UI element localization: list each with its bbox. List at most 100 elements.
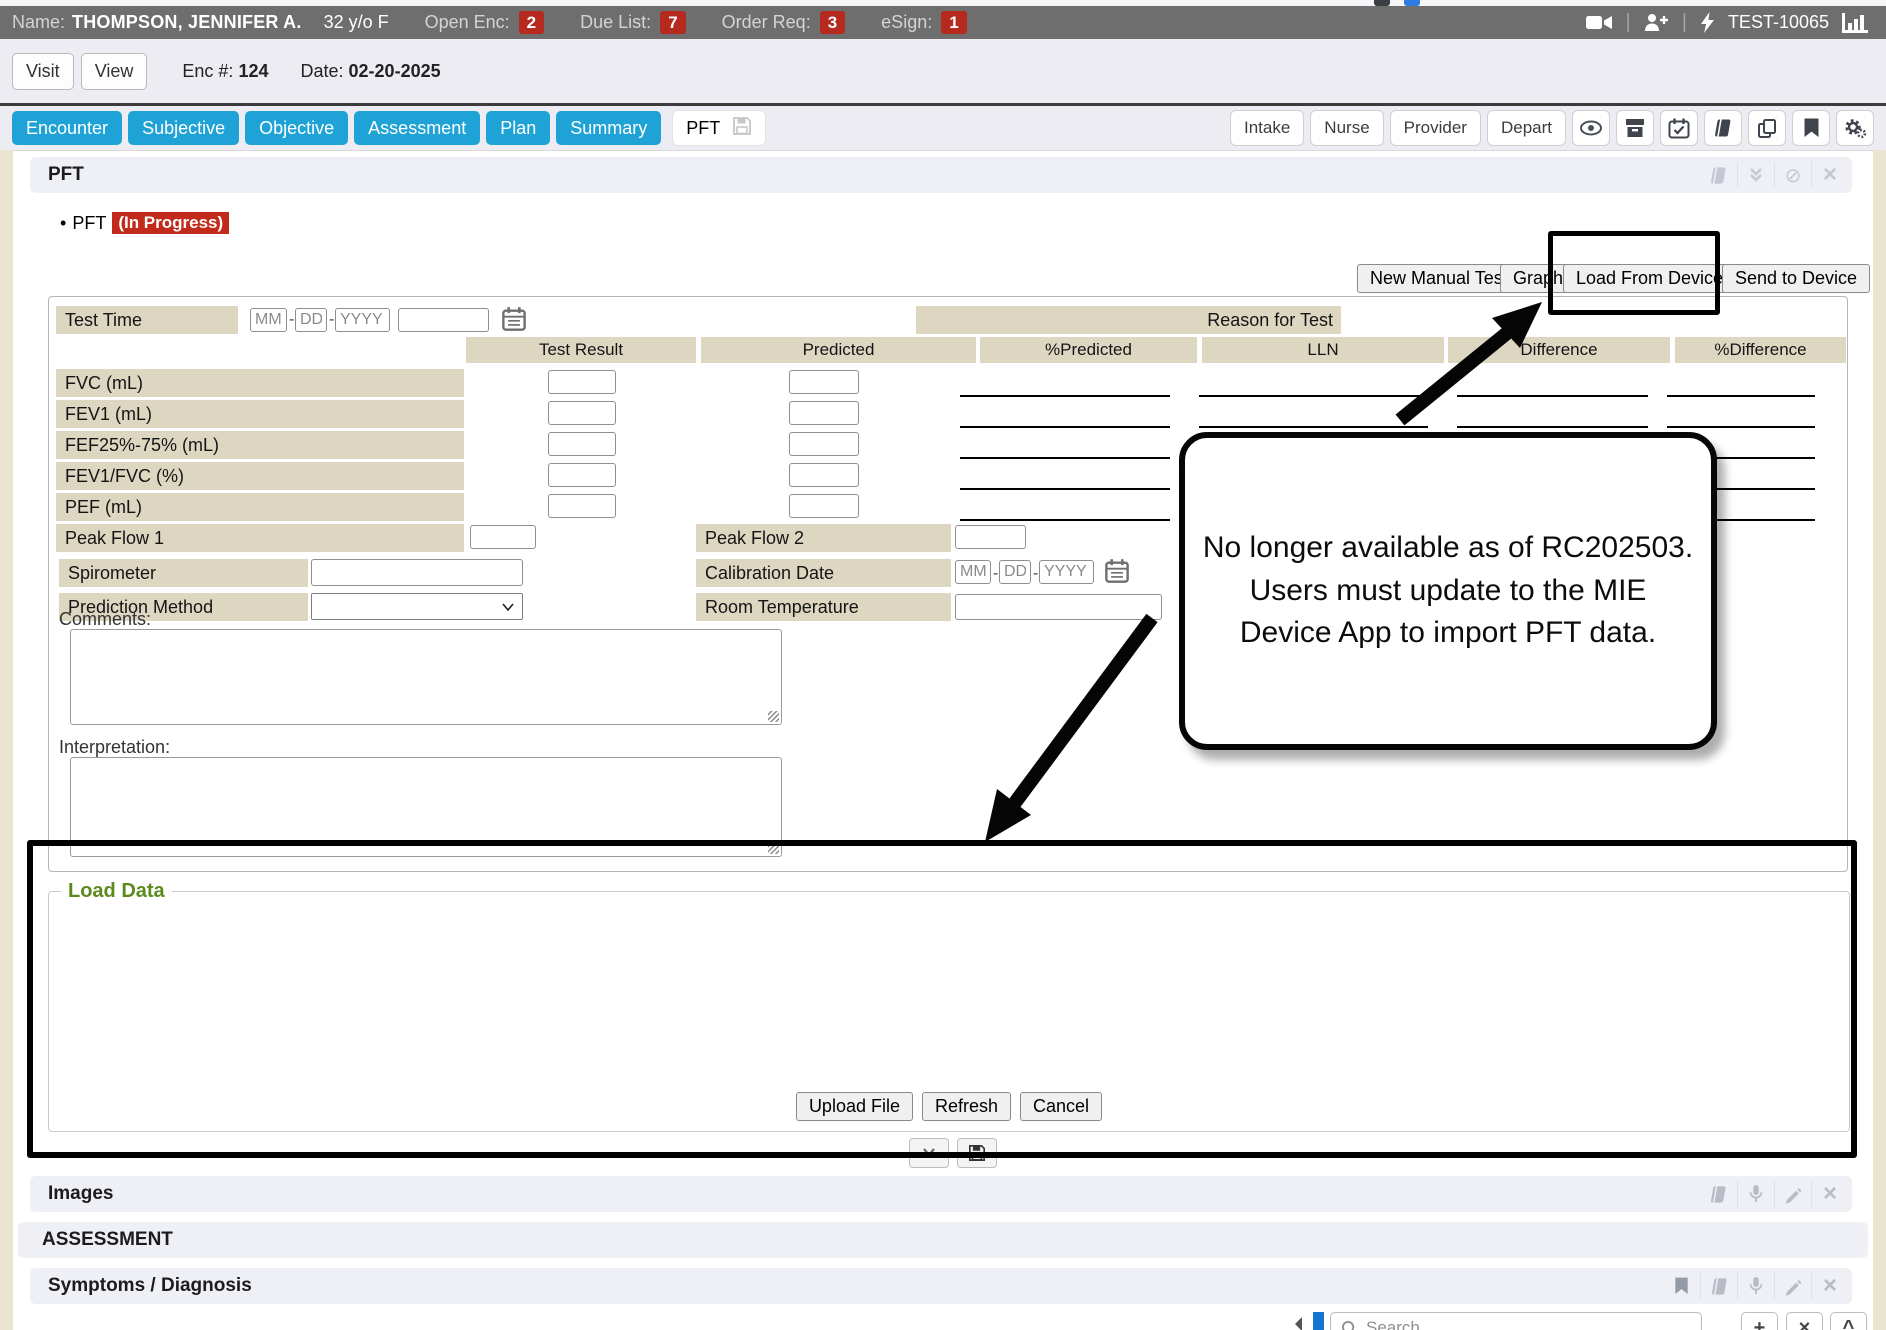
print-book-icon[interactable] <box>1700 1273 1737 1299</box>
settings-gears-button[interactable] <box>1836 110 1874 146</box>
cancel-button[interactable]: Cancel <box>1020 1092 1102 1121</box>
enc-date-value: 02-20-2025 <box>349 61 441 81</box>
interpretation-textarea[interactable] <box>70 757 782 857</box>
tab-subjective[interactable]: Subjective <box>128 111 239 145</box>
test-time-time-input[interactable] <box>398 308 489 332</box>
pft-item-label[interactable]: PFT <box>72 213 106 234</box>
bar-chart-icon[interactable] <box>1842 13 1868 33</box>
fev1-predicted-input[interactable] <box>789 401 859 425</box>
images-section-header: Images × <box>30 1176 1852 1212</box>
prediction-method-select[interactable] <box>311 593 523 620</box>
add-person-icon[interactable] <box>1644 13 1669 32</box>
open-enc-badge[interactable]: 2 <box>519 11 544 34</box>
encounter-notes-book-button[interactable] <box>1704 110 1742 146</box>
chevron-left-icon[interactable] <box>1291 1316 1307 1330</box>
video-call-icon[interactable] <box>1586 14 1613 31</box>
microphone-icon[interactable] <box>1737 1181 1774 1207</box>
test-time-mm-input[interactable] <box>250 308 287 332</box>
pef-test-result-input[interactable] <box>548 494 616 518</box>
bookmark-button[interactable] <box>1792 110 1830 146</box>
new-manual-test-button[interactable]: New Manual Test <box>1357 264 1521 293</box>
test-time-yyyy-input[interactable] <box>335 308 390 332</box>
fev1-fvc-test-result-input[interactable] <box>548 463 616 487</box>
resize-grip[interactable] <box>768 711 779 722</box>
preview-eye-button[interactable] <box>1572 110 1610 146</box>
fef-predicted-input[interactable] <box>789 432 859 456</box>
save-icon[interactable] <box>732 116 752 141</box>
fev1-pct-predicted-line <box>960 426 1170 428</box>
due-list-badge[interactable]: 7 <box>660 11 685 34</box>
pef-predicted-input[interactable] <box>789 494 859 518</box>
open-enc-label: Open Enc: <box>425 12 510 33</box>
microphone-icon[interactable] <box>1737 1273 1774 1299</box>
room-temperature-label: Room Temperature <box>696 593 951 621</box>
lightning-icon[interactable] <box>1700 12 1715 33</box>
tab-pft-active[interactable]: PFT <box>672 110 766 146</box>
edit-pencil-icon[interactable] <box>1774 1273 1811 1299</box>
close-section-icon[interactable]: × <box>1811 162 1848 188</box>
fev1-fvc-predicted-input[interactable] <box>789 463 859 487</box>
move-up-button[interactable]: ^ <box>1830 1312 1867 1330</box>
tab-summary[interactable]: Summary <box>556 111 661 145</box>
esign-badge[interactable]: 1 <box>941 11 966 34</box>
load-from-device-button[interactable]: Load From Device <box>1563 264 1736 293</box>
peak-flow-2-input[interactable] <box>955 525 1026 549</box>
tab-objective[interactable]: Objective <box>245 111 348 145</box>
calibration-dd-input[interactable] <box>999 560 1031 584</box>
order-req-counter[interactable]: Order Req: 3 <box>722 11 846 34</box>
order-req-badge[interactable]: 3 <box>820 11 845 34</box>
intake-button[interactable]: Intake <box>1230 110 1304 146</box>
refresh-button[interactable]: Refresh <box>922 1092 1011 1121</box>
tab-plan[interactable]: Plan <box>486 111 550 145</box>
open-enc-counter[interactable]: Open Enc: 2 <box>425 11 545 34</box>
visit-tab[interactable]: Visit <box>12 53 74 90</box>
archive-box-button[interactable] <box>1616 110 1654 146</box>
tab-assessment[interactable]: Assessment <box>354 111 480 145</box>
pft-status-row[interactable]: • PFT (In Progress) <box>60 212 229 234</box>
add-diagnosis-button[interactable]: + <box>1741 1312 1778 1330</box>
spirometer-input[interactable] <box>311 559 523 586</box>
room-temperature-input[interactable] <box>955 594 1162 620</box>
search-input[interactable] <box>1366 1318 1666 1330</box>
fef-test-result-input[interactable] <box>548 432 616 456</box>
patient-age-sex: 32 y/o F <box>324 12 389 33</box>
test-time-dd-input[interactable] <box>295 308 327 332</box>
calendar-picker-icon[interactable] <box>501 306 527 337</box>
collapse-chevron-button[interactable] <box>909 1138 949 1168</box>
close-section-icon[interactable]: × <box>1811 1273 1848 1299</box>
fvc-test-result-input[interactable] <box>548 370 616 394</box>
resize-grip[interactable] <box>768 843 779 854</box>
collapse-double-chevron-icon[interactable] <box>1737 162 1774 188</box>
row-label-fev1: FEV1 (mL) <box>56 400 464 428</box>
bookmark-icon[interactable] <box>1663 1273 1700 1299</box>
diagnosis-search-row: + × ^ <box>0 1312 1886 1330</box>
fvc-predicted-input[interactable] <box>789 370 859 394</box>
diagnosis-search-box[interactable] <box>1330 1312 1702 1330</box>
tab-encounter[interactable]: Encounter <box>12 111 122 145</box>
calibration-yyyy-input[interactable] <box>1039 560 1094 584</box>
view-tab[interactable]: View <box>81 53 148 90</box>
copy-pages-button[interactable] <box>1748 110 1786 146</box>
upload-file-button[interactable]: Upload File <box>796 1092 913 1121</box>
fvc-pct-difference-line <box>1667 395 1815 397</box>
calibration-calendar-icon[interactable] <box>1104 558 1130 589</box>
save-note-button[interactable] <box>957 1138 997 1168</box>
send-to-device-button[interactable]: Send to Device <box>1722 264 1870 293</box>
comments-textarea[interactable] <box>70 629 782 725</box>
peak-flow-1-input[interactable] <box>470 525 536 549</box>
disable-prohibit-icon[interactable]: ⊘ <box>1774 162 1811 188</box>
print-book-icon[interactable] <box>1700 162 1737 188</box>
enc-number-label: Enc #: <box>182 61 233 81</box>
provider-button[interactable]: Provider <box>1390 110 1481 146</box>
due-list-counter[interactable]: Due List: 7 <box>580 11 686 34</box>
print-book-icon[interactable] <box>1700 1181 1737 1207</box>
close-section-icon[interactable]: × <box>1811 1181 1848 1207</box>
edit-pencil-icon[interactable] <box>1774 1181 1811 1207</box>
remove-button[interactable]: × <box>1786 1312 1823 1330</box>
calibration-mm-input[interactable] <box>955 560 991 584</box>
esign-counter[interactable]: eSign: 1 <box>881 11 967 34</box>
fev1-test-result-input[interactable] <box>548 401 616 425</box>
depart-button[interactable]: Depart <box>1487 110 1566 146</box>
nurse-button[interactable]: Nurse <box>1310 110 1383 146</box>
calendar-check-button[interactable] <box>1660 110 1698 146</box>
